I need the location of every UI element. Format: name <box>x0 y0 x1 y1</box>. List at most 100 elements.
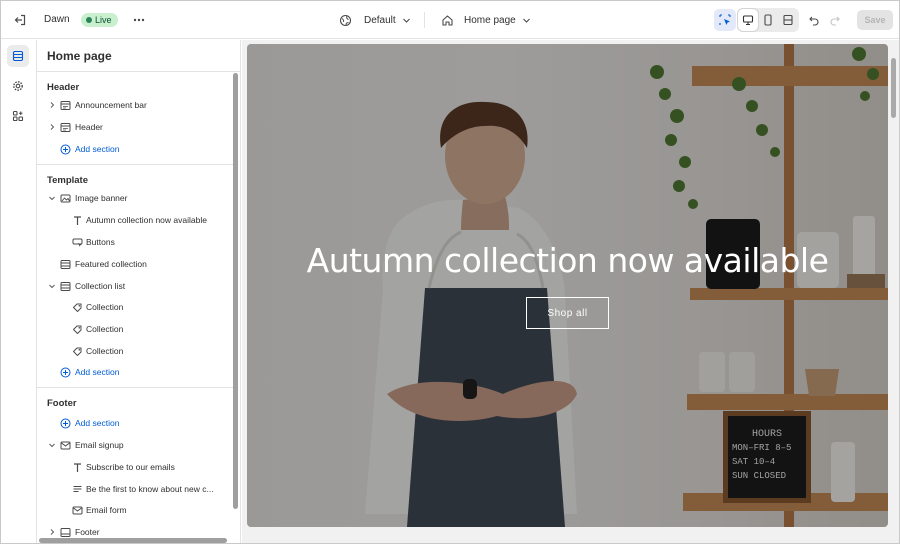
section-label: Featured collection <box>75 259 147 269</box>
more-actions-button[interactable] <box>128 9 150 31</box>
section-announcement-bar[interactable]: Announcement bar <box>37 96 231 114</box>
sections-nav-button[interactable] <box>7 45 29 67</box>
plus-circle-icon <box>59 417 71 429</box>
add-section-button[interactable]: Add section <box>37 414 231 432</box>
block-label: Collection <box>86 302 124 312</box>
add-section-label: Add section <box>75 144 120 154</box>
image-banner-icon <box>59 192 71 204</box>
status-badge-label: Live <box>95 15 112 25</box>
add-section-label: Add section <box>75 418 120 428</box>
section-label: Header <box>75 122 103 132</box>
block-label: Buttons <box>86 237 115 247</box>
chevron-right-icon[interactable] <box>47 527 57 537</box>
page-selector-label: Home page <box>464 14 516 26</box>
status-badge: Live <box>81 13 118 27</box>
theme-editor-window: Dawn Live Default Home page Save Home pa… <box>0 0 900 544</box>
desktop-view-button[interactable] <box>738 9 758 31</box>
exit-icon <box>14 14 26 26</box>
chevron-right-icon[interactable] <box>47 122 57 132</box>
mobile-view-button[interactable] <box>758 9 778 31</box>
store-name: Dawn <box>44 14 70 25</box>
section-header[interactable]: Header <box>37 118 231 136</box>
text-icon <box>71 214 83 226</box>
cursor-select-icon <box>719 14 731 25</box>
desktop-icon <box>742 15 754 26</box>
image-banner-preview[interactable]: HOURS MON–FRI 8–5 SAT 10–4 SUN CLOSED Au… <box>247 44 888 527</box>
email-icon <box>59 439 71 451</box>
divider <box>37 387 233 388</box>
section-label: Collection list <box>75 281 126 291</box>
group-label-header: Header <box>47 82 80 93</box>
sections-sidebar: Home page Header Announcement bar Header… <box>37 40 241 543</box>
theme-settings-button[interactable] <box>7 75 29 97</box>
theme-selector-label: Default <box>364 14 396 26</box>
chevron-down-icon[interactable] <box>47 193 57 203</box>
block-collection[interactable]: Collection <box>37 298 231 316</box>
divider <box>37 164 233 165</box>
block-paragraph[interactable]: Be the first to know about new c... <box>37 480 231 498</box>
theme-selector[interactable]: Default <box>339 9 411 31</box>
banner-overlay <box>247 44 888 527</box>
device-preview-toggle <box>737 8 799 32</box>
globe-icon <box>339 14 352 26</box>
undo-icon <box>809 16 819 26</box>
section-label: Image banner <box>75 193 128 203</box>
block-buttons[interactable]: Buttons <box>37 233 231 251</box>
home-icon <box>442 14 453 26</box>
block-label: Autumn collection now available <box>86 215 207 225</box>
inspector-toggle-button[interactable] <box>714 9 736 31</box>
undo-button[interactable] <box>803 9 825 31</box>
chevron-down-icon[interactable] <box>47 440 57 450</box>
divider <box>424 12 425 28</box>
preview-scrollbar[interactable] <box>891 58 896 118</box>
live-dot-icon <box>86 17 92 23</box>
section-image-banner[interactable]: Image banner <box>37 189 231 207</box>
fullscreen-view-button[interactable] <box>778 9 798 31</box>
block-collection[interactable]: Collection <box>37 342 231 360</box>
sections-icon <box>12 50 24 62</box>
page-title: Home page <box>47 49 112 63</box>
add-section-label: Add section <box>75 367 120 377</box>
chevron-down-icon[interactable] <box>47 281 57 291</box>
save-button[interactable]: Save <box>857 10 893 30</box>
button-cursor-icon <box>71 236 83 248</box>
exit-editor-button[interactable] <box>9 9 31 31</box>
shop-all-button[interactable]: Shop all <box>526 297 609 329</box>
section-label: Footer <box>75 527 100 537</box>
redo-button[interactable] <box>824 9 846 31</box>
block-label: Subscribe to our emails <box>86 462 175 472</box>
text-icon <box>71 461 83 473</box>
apps-icon <box>12 110 24 122</box>
block-label: Be the first to know about new c... <box>86 484 214 494</box>
apps-nav-button[interactable] <box>7 105 29 127</box>
sidebar-scrollbar-vertical[interactable] <box>233 73 238 509</box>
top-bar: Dawn Live Default Home page Save <box>1 1 899 39</box>
section-email-signup[interactable]: Email signup <box>37 436 231 454</box>
page-selector[interactable]: Home page <box>441 9 531 31</box>
email-icon <box>71 504 83 516</box>
ellipsis-icon <box>133 18 145 22</box>
left-rail <box>1 40 37 543</box>
paragraph-icon <box>71 483 83 495</box>
layout-icon <box>59 280 71 292</box>
chevron-down-icon <box>522 18 530 23</box>
sidebar-scrollbar-horizontal[interactable] <box>39 538 227 543</box>
block-email-form[interactable]: Email form <box>37 501 231 519</box>
add-section-button[interactable]: Add section <box>37 363 231 381</box>
redo-icon <box>830 16 840 26</box>
banner-heading: Autumn collection now available <box>306 241 829 280</box>
layout-icon <box>59 99 71 111</box>
block-heading[interactable]: Subscribe to our emails <box>37 458 231 476</box>
section-collection-list[interactable]: Collection list <box>37 277 231 295</box>
divider <box>37 71 240 72</box>
group-label-template: Template <box>47 175 89 186</box>
chevron-right-icon[interactable] <box>47 100 57 110</box>
add-section-button[interactable]: Add section <box>37 140 231 158</box>
plus-circle-icon <box>59 143 71 155</box>
block-heading[interactable]: Autumn collection now available <box>37 211 231 229</box>
section-featured-collection[interactable]: Featured collection <box>37 255 231 273</box>
block-collection[interactable]: Collection <box>37 320 231 338</box>
section-label: Email signup <box>75 440 124 450</box>
mobile-icon <box>764 14 772 26</box>
block-label: Collection <box>86 324 124 334</box>
